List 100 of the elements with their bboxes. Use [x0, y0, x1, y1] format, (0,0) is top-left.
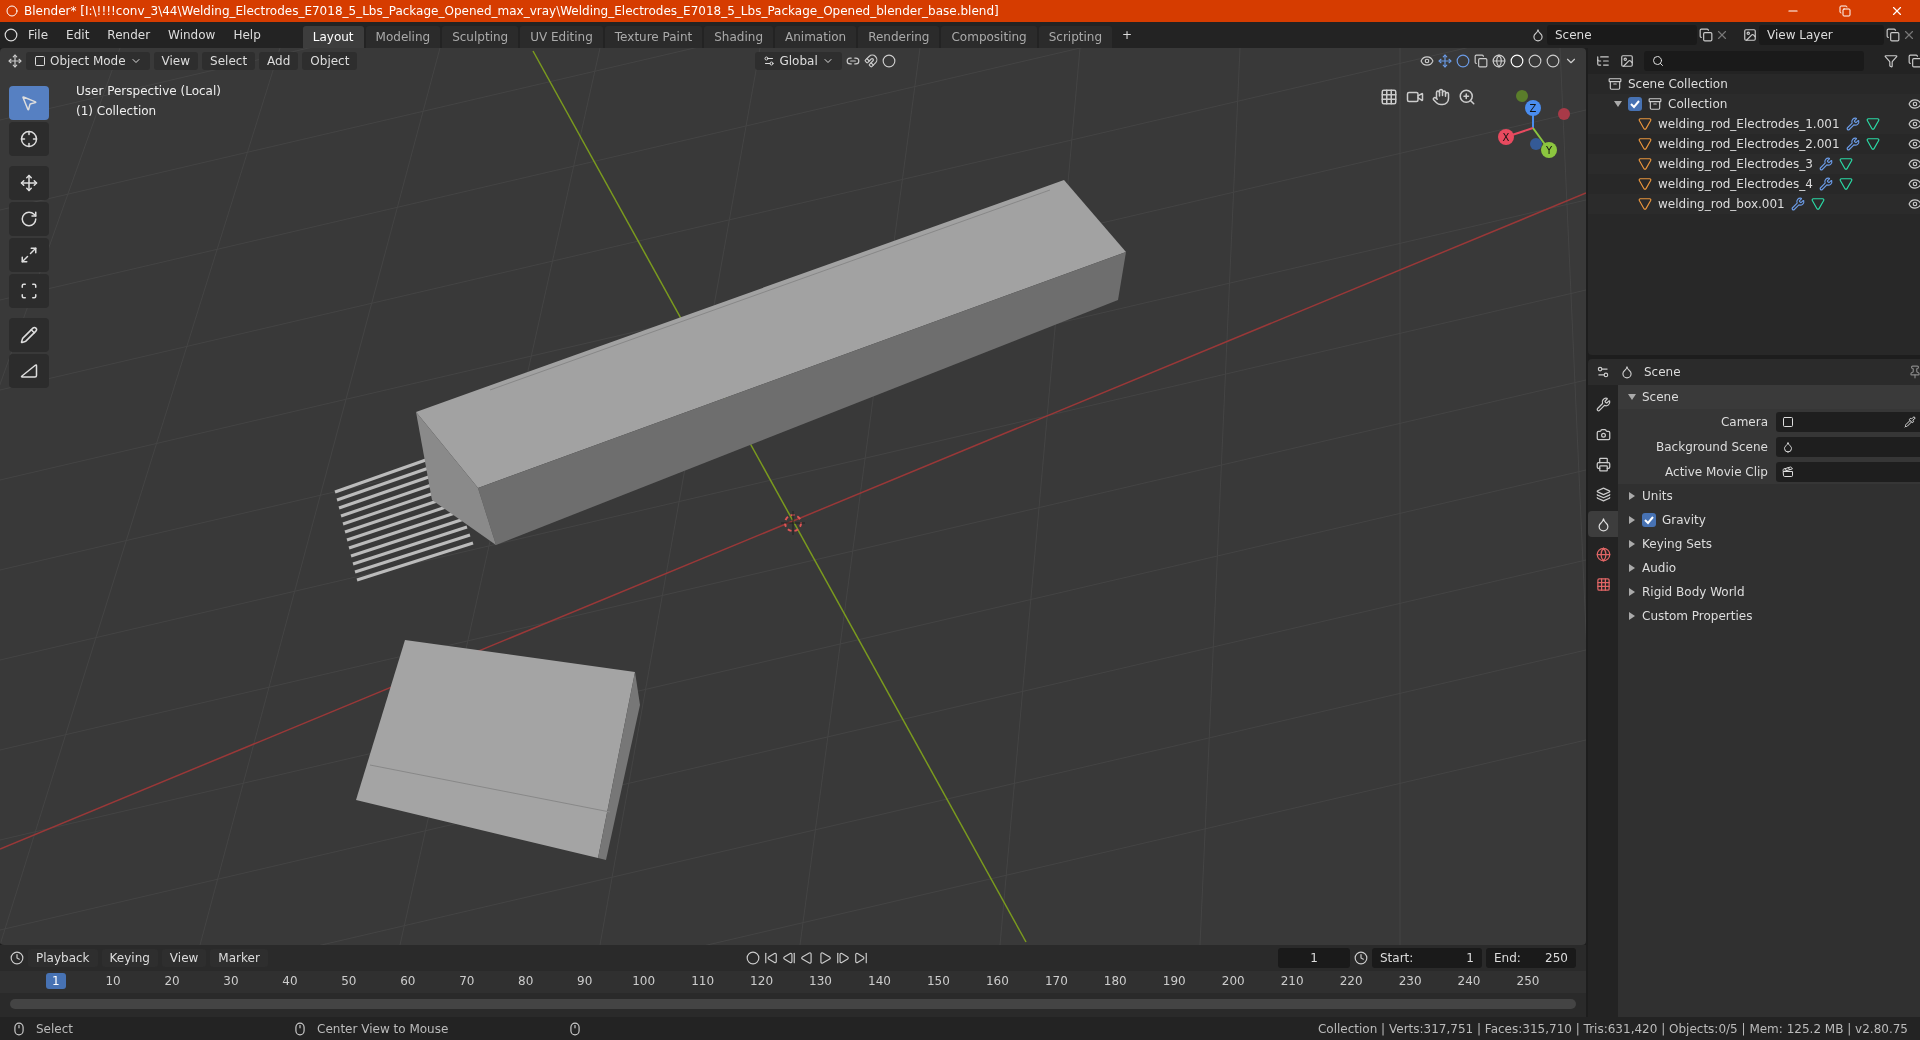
scene-icon[interactable]	[1531, 28, 1545, 42]
checkbox[interactable]	[1628, 97, 1642, 111]
checker-icon	[1595, 576, 1611, 592]
play-icon[interactable]	[817, 951, 832, 965]
menu-item[interactable]: Help	[225, 25, 269, 45]
jump-end-icon[interactable]	[853, 951, 868, 965]
pin-icon[interactable]	[1908, 365, 1920, 379]
editor-type-icon[interactable]	[8, 54, 22, 68]
search-field[interactable]	[1644, 51, 1864, 71]
disclosure-triangle-icon[interactable]	[1628, 588, 1636, 596]
checkbox[interactable]	[1642, 513, 1656, 527]
disclosure-triangle-icon[interactable]	[1614, 100, 1622, 108]
eye-icon[interactable]	[1908, 157, 1920, 171]
close-icon[interactable]	[1715, 28, 1729, 42]
eye-icon[interactable]	[1908, 97, 1920, 111]
copy-icon[interactable]	[1886, 28, 1900, 42]
timeline-menu[interactable]: Playback	[28, 949, 98, 967]
prev-keyframe-icon[interactable]	[781, 951, 796, 965]
viewport-menu[interactable]: Add	[259, 52, 299, 70]
viewport-menu[interactable]: Select	[202, 52, 256, 70]
workspace-tab[interactable]: Compositing	[941, 26, 1037, 48]
panel-header[interactable]: Scene	[1618, 385, 1920, 409]
orientation-dropdown[interactable]: Global	[755, 52, 842, 70]
object-field[interactable]	[1776, 411, 1920, 432]
scale-tool[interactable]	[9, 238, 49, 272]
disclosure-triangle-icon[interactable]	[1628, 612, 1636, 620]
timeline-menu[interactable]: Keying	[101, 949, 158, 967]
copy-icon[interactable]	[1699, 28, 1713, 42]
3d-viewport[interactable]: Z X Y Object Mode View Select Add Object Global User Perspective (Local) (1) Collection	[0, 48, 1586, 945]
scene-field[interactable]: Scene	[1547, 25, 1697, 45]
link-icon[interactable]	[845, 54, 860, 68]
menu-item[interactable]: Edit	[58, 25, 98, 45]
scene-tab[interactable]	[1588, 511, 1618, 537]
view-layer-field[interactable]: View Layer	[1759, 25, 1884, 45]
timeline-scrollbar[interactable]	[10, 999, 1576, 1009]
close-icon[interactable]	[1902, 28, 1916, 42]
object-field[interactable]	[1776, 436, 1920, 457]
disclosure-triangle-icon[interactable]	[1628, 564, 1636, 572]
hand-icon[interactable]	[1432, 88, 1450, 106]
move-tool[interactable]	[9, 166, 49, 200]
display-mode-icon[interactable]	[1620, 54, 1634, 68]
menu-item[interactable]: Window	[160, 25, 224, 45]
grid-icon[interactable]	[1380, 88, 1398, 106]
disclosure-triangle-icon[interactable]	[1628, 492, 1636, 500]
playhead[interactable]: 1	[46, 973, 66, 989]
object-field[interactable]	[1776, 461, 1920, 482]
workspace-tab[interactable]: Shading	[704, 26, 773, 48]
record-icon[interactable]	[745, 951, 760, 965]
zoom-icon[interactable]	[1458, 88, 1476, 106]
mode-dropdown[interactable]: Object Mode	[26, 52, 150, 70]
disclosure-triangle-icon[interactable]	[1628, 393, 1636, 401]
workspace-tab[interactable]: UV Editing	[520, 26, 603, 48]
workspace-tab[interactable]: Sculpting	[442, 26, 519, 48]
eyedropper-icon[interactable]	[1904, 415, 1916, 428]
eye-icon[interactable]	[1420, 54, 1434, 68]
rotate-tool[interactable]	[9, 202, 49, 236]
transform-tool[interactable]	[9, 274, 49, 308]
cursor-tool[interactable]	[9, 122, 49, 156]
next-keyframe-icon[interactable]	[835, 951, 850, 965]
timeline-menu[interactable]: Marker	[210, 949, 268, 967]
start-frame-field[interactable]: Start: 1	[1372, 948, 1482, 968]
menu-item[interactable]: File	[20, 25, 57, 45]
workspace-tab[interactable]: Modeling	[365, 26, 441, 48]
outliner-icon[interactable]	[1596, 54, 1610, 68]
circle-icon[interactable]	[881, 54, 896, 68]
viewport-menu[interactable]: Object	[302, 52, 358, 70]
solid-shading-icon[interactable]	[1510, 54, 1524, 68]
ruler-tool[interactable]	[9, 354, 49, 388]
filter-icon[interactable]	[1884, 54, 1898, 68]
add-workspace-button[interactable]: +	[1114, 25, 1141, 45]
stopwatch-icon[interactable]	[1354, 951, 1368, 965]
eye-icon[interactable]	[1908, 117, 1920, 131]
eye-icon[interactable]	[1908, 177, 1920, 191]
timeline-menu[interactable]: View	[161, 949, 207, 967]
play-reverse-icon[interactable]	[799, 951, 814, 965]
workspace-tab[interactable]: Rendering	[858, 26, 940, 48]
viewport-menu[interactable]: View	[153, 52, 199, 70]
pencil-tool[interactable]	[9, 318, 49, 352]
workspace-tab[interactable]: Animation	[775, 26, 857, 48]
end-frame-field[interactable]: End: 250	[1486, 948, 1576, 968]
current-frame-field[interactable]: 1	[1278, 948, 1350, 968]
workspace-tab[interactable]: Layout	[302, 26, 364, 48]
menu-item[interactable]: Render	[99, 25, 159, 45]
overlay-icon[interactable]	[1456, 54, 1470, 68]
disclosure-triangle-icon[interactable]	[1628, 540, 1636, 548]
editor-type-icon[interactable]	[1596, 365, 1610, 379]
jump-start-icon[interactable]	[763, 951, 778, 965]
workspace-tab[interactable]: Texture Paint	[604, 26, 703, 48]
wireframe-icon[interactable]	[1492, 54, 1506, 68]
new-collection-icon[interactable]	[1908, 54, 1920, 68]
eye-icon[interactable]	[1908, 197, 1920, 211]
gizmo-icon[interactable]	[1438, 54, 1452, 68]
frame-ruler[interactable]: 1 10 20 30 40 50 60 70 80 90 100 110 120 130 140 150 160 170 180 190 200 210 220 230 240 250	[0, 971, 1586, 993]
eye-icon[interactable]	[1908, 137, 1920, 151]
xray-icon[interactable]	[1474, 54, 1488, 68]
image-icon[interactable]	[1743, 28, 1757, 42]
disclosure-triangle-icon[interactable]	[1628, 516, 1636, 524]
magnet-icon[interactable]	[863, 54, 878, 68]
clock-icon[interactable]	[10, 951, 24, 965]
workspace-tab[interactable]: Scripting	[1038, 26, 1113, 48]
